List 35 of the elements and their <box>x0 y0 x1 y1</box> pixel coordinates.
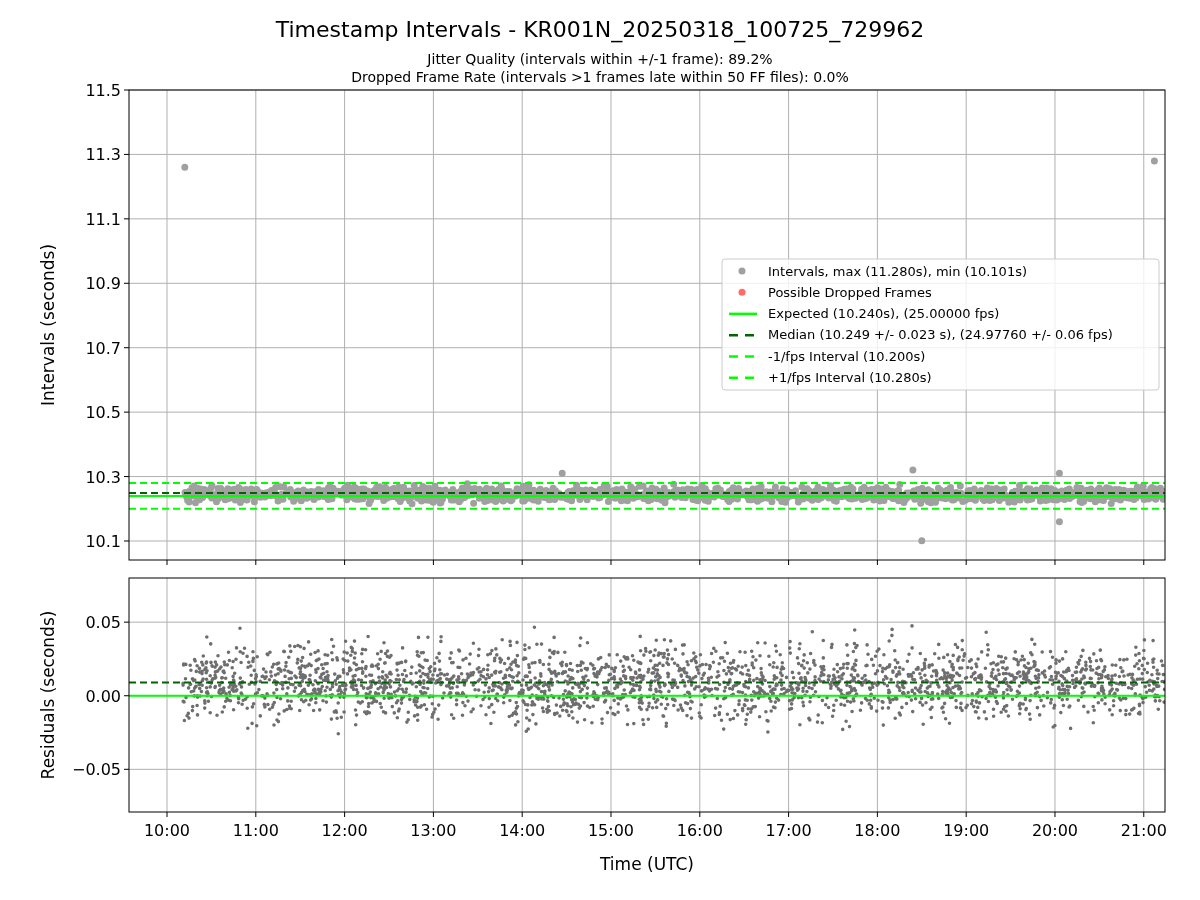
tick-label: 10.3 <box>85 467 121 487</box>
chart-title: Timestamp Intervals - KR001N_20250318_100725_729962 <box>275 17 925 42</box>
chart-subtitle: Dropped Frame Rate (intervals >1 frames late within 50 FF files): 0.0% <box>351 69 849 85</box>
tick-label: 16:00 <box>676 821 723 840</box>
tick-label: 0.00 <box>85 686 121 706</box>
tick-label: 17:00 <box>765 821 812 840</box>
chart-subtitle: Jitter Quality (intervals within +/-1 frame): 89.2% <box>427 51 773 67</box>
tick-label: 19:00 <box>943 821 990 840</box>
legend-label: Median (10.249 +/- 0.023 s), (24.97760 +/- 0.06 fps) <box>768 327 1113 343</box>
tick-label: 20:00 <box>1031 821 1079 840</box>
tick-label: 10.9 <box>85 274 121 294</box>
tick-label: 10:00 <box>143 821 191 840</box>
tick-label: −0.05 <box>71 760 121 780</box>
tick-label: 10.7 <box>85 338 121 358</box>
legend-label: +1/fps Interval (10.280s) <box>768 370 932 385</box>
legend-label: Intervals, max (11.280s), min (10.101s) <box>768 263 1027 279</box>
tick-label: 21:00 <box>1120 821 1167 840</box>
tick-label: 18:00 <box>854 821 901 840</box>
tick-label: 11:00 <box>232 821 279 840</box>
legend-label: Expected (10.240s), (25.00000 fps) <box>768 306 1000 322</box>
tick-label: 13:00 <box>410 821 457 840</box>
axis-label: Intervals (seconds) <box>38 243 58 407</box>
axis-label: Residuals (seconds) <box>38 610 58 780</box>
tick-label: 12:00 <box>321 821 368 840</box>
tick-label: 11.3 <box>85 145 121 165</box>
tick-label: 14:00 <box>499 821 546 840</box>
axis-label: Time (UTC) <box>600 854 694 874</box>
tick-label: 0.05 <box>85 613 121 633</box>
legend-label: Possible Dropped Frames <box>768 284 932 300</box>
tick-label: 11.1 <box>85 209 121 229</box>
tick-label: 10.1 <box>85 532 121 551</box>
tick-label: 11.5 <box>85 81 121 100</box>
tick-label: 15:00 <box>587 821 635 840</box>
legend-label: -1/fps Interval (10.200s) <box>768 348 926 364</box>
tick-label: 10.5 <box>85 403 121 423</box>
